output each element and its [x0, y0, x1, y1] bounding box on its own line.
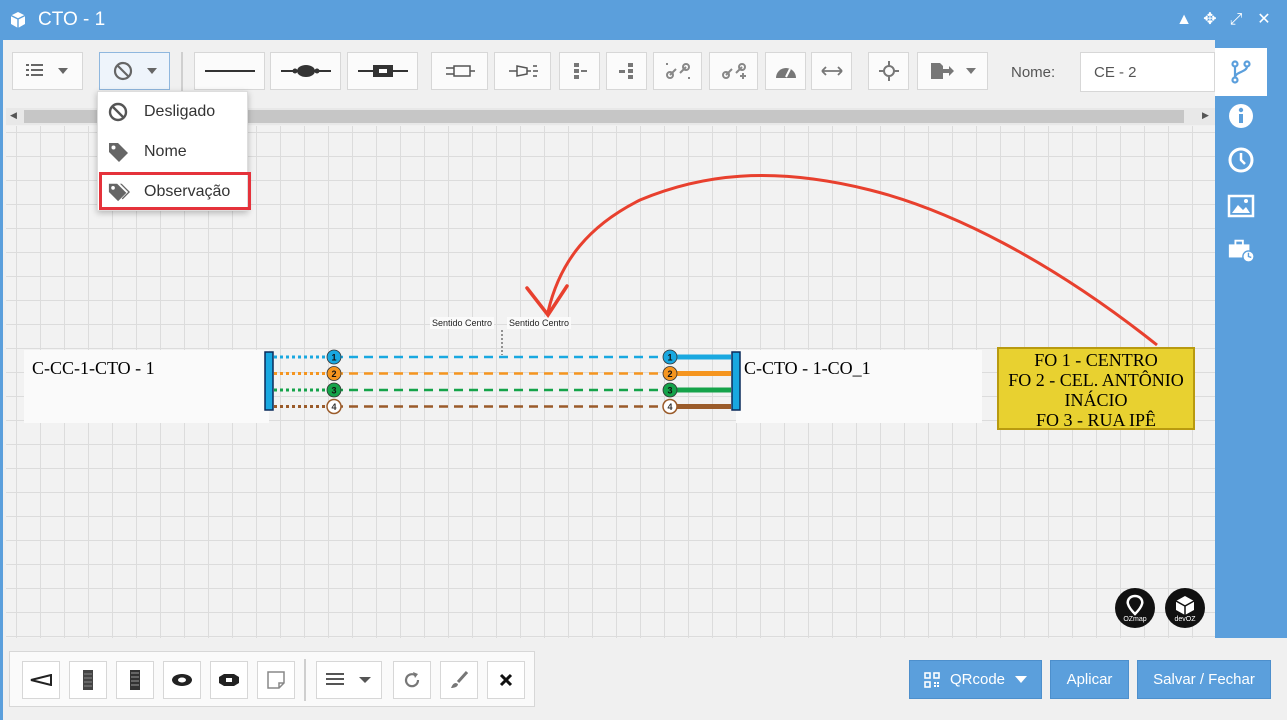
menu-item-label: Desligado — [144, 103, 216, 120]
qrcode-label: QRcode — [949, 671, 1006, 688]
devoz-logo-text: devOZ — [1174, 616, 1196, 623]
devoz-logo[interactable]: devOZ — [1165, 588, 1205, 628]
delete-button[interactable] — [487, 661, 525, 699]
close-icon — [499, 673, 513, 687]
ban-icon — [108, 102, 128, 122]
info-icon[interactable] — [1227, 102, 1255, 130]
clock-icon[interactable] — [1227, 146, 1255, 174]
add-fusion-button[interactable] — [163, 661, 201, 699]
app-window: CTO - 1 ▲ ✥ ⤢ ✕ Nome: CE - 2 ◀ ▶ C-CC-1-… — [0, 0, 1287, 720]
ozmap-logo[interactable]: OZmap — [1115, 588, 1155, 628]
left-connector-bar — [264, 351, 274, 411]
bottom-bar: QRcode Aplicar Salvar / Fechar — [3, 638, 1287, 720]
fusion-small-icon — [172, 674, 192, 686]
save-close-label: Salvar / Fechar — [1153, 671, 1255, 688]
toolbox-clock-icon[interactable] — [1227, 236, 1255, 264]
sticky-note-icon — [267, 671, 285, 689]
paintbrush-icon — [451, 671, 468, 688]
right-sidebar — [1215, 40, 1287, 640]
highlight-box — [99, 172, 251, 210]
note-line: FO 2 - CEL. ANTÔNIO — [1008, 370, 1184, 390]
save-close-button[interactable]: Salvar / Fechar — [1137, 660, 1271, 699]
cable-end-icon — [30, 674, 52, 686]
branch-icon — [1231, 60, 1251, 84]
menu-item-nome[interactable]: Nome — [98, 133, 249, 171]
add-splice-box-button[interactable] — [210, 661, 248, 699]
tag-icon — [109, 143, 128, 162]
note-line: FO 3 - RUA IPÊ — [1035, 410, 1156, 430]
fiber-number: 4 — [667, 402, 672, 412]
add-note-button[interactable] — [257, 661, 295, 699]
dio-icon — [130, 670, 140, 690]
sidebar-tab-diagram[interactable] — [1215, 48, 1267, 96]
fiber-number: 1 — [331, 353, 336, 363]
add-dio-button[interactable] — [116, 661, 154, 699]
fiber-number: 3 — [331, 386, 336, 396]
fiber-number: 3 — [667, 386, 672, 396]
refresh-icon — [404, 672, 420, 688]
right-connector-bar — [731, 351, 741, 411]
ozmap-logo-text: OZmap — [1123, 616, 1147, 623]
refresh-button[interactable] — [393, 661, 431, 699]
add-cable-end-button[interactable] — [22, 661, 60, 699]
apply-button[interactable]: Aplicar — [1050, 660, 1129, 699]
note-line: FO 1 - CENTRO — [1034, 350, 1158, 370]
image-icon[interactable] — [1227, 192, 1255, 220]
apply-label: Aplicar — [1066, 671, 1113, 688]
qrcode-icon — [924, 671, 940, 688]
bottom-separator — [304, 659, 306, 701]
align-menu-button[interactable] — [316, 661, 382, 699]
paint-button[interactable] — [440, 661, 478, 699]
caret-down-icon — [1015, 675, 1028, 683]
tray-icon — [83, 670, 93, 690]
note-line: INÁCIO — [1064, 390, 1128, 410]
annotation-arrow — [546, 174, 1158, 347]
qrcode-button[interactable]: QRcode — [909, 660, 1042, 699]
align-icon — [326, 673, 371, 685]
bottom-tool-group — [9, 651, 535, 707]
fiber-number: 1 — [667, 353, 672, 363]
observation-note[interactable]: FO 1 - CENTRO FO 2 - CEL. ANTÔNIO INÁCIO… — [997, 347, 1195, 430]
menu-item-desligado[interactable]: Desligado — [98, 93, 249, 131]
fiber-number: 2 — [331, 369, 336, 379]
fiber-number: 2 — [667, 369, 672, 379]
splice-box-icon — [219, 674, 239, 686]
menu-item-label: Nome — [144, 143, 187, 160]
add-tray-button[interactable] — [69, 661, 107, 699]
fiber-number: 4 — [331, 402, 336, 412]
